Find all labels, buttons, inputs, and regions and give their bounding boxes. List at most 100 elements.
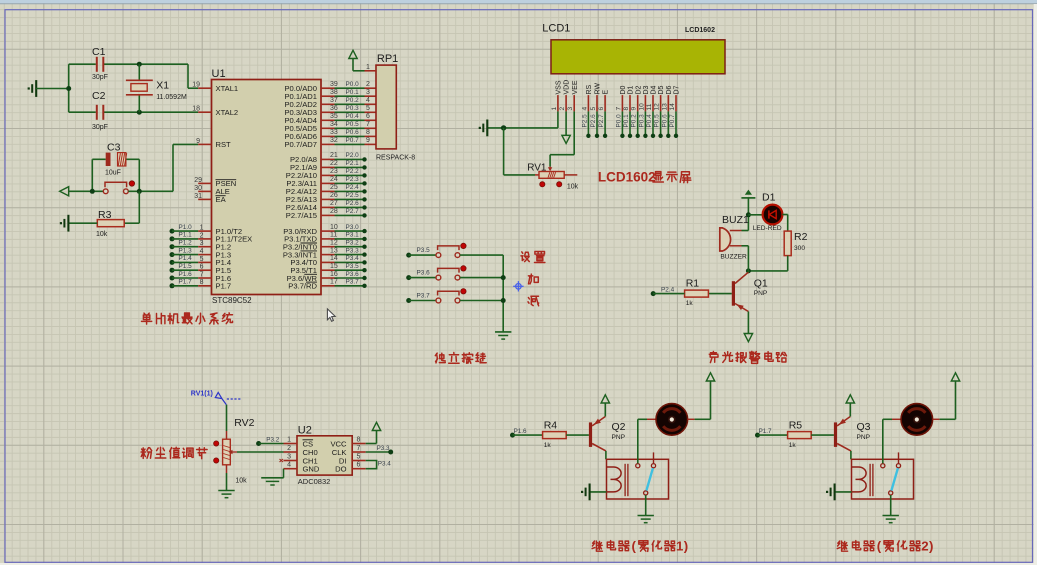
svg-text:P0.0: P0.0: [615, 114, 622, 128]
svg-text:R1: R1: [686, 277, 700, 289]
svg-text:P2.4: P2.4: [661, 287, 675, 294]
svg-text:25: 25: [330, 184, 338, 191]
svg-text:8: 8: [623, 107, 630, 111]
svg-text:2: 2: [559, 107, 566, 111]
svg-text:1: 1: [551, 107, 558, 111]
svg-text:11: 11: [646, 103, 653, 110]
svg-text:P3.7: P3.7: [417, 293, 431, 300]
svg-text:X1: X1: [156, 79, 169, 91]
svg-text:P0.4: P0.4: [646, 114, 653, 128]
svg-text:P0.3: P0.3: [346, 105, 360, 112]
svg-text:5: 5: [590, 107, 597, 111]
svg-text:XTAL2: XTAL2: [216, 108, 239, 117]
svg-text:1: 1: [366, 64, 370, 71]
svg-text:1: 1: [676, 539, 683, 554]
svg-text:8: 8: [200, 279, 204, 286]
svg-text:27: 27: [330, 200, 338, 207]
svg-text:7: 7: [200, 271, 204, 278]
svg-text:2: 2: [200, 232, 204, 239]
svg-text:R3: R3: [98, 209, 112, 221]
svg-text:RV2: RV2: [234, 417, 254, 429]
svg-text:VEE: VEE: [572, 80, 579, 94]
svg-text:P3.7: P3.7: [346, 279, 360, 286]
svg-text:P0.3: P0.3: [638, 114, 645, 128]
svg-text:6: 6: [366, 113, 370, 120]
svg-text:DO: DO: [335, 465, 346, 474]
svg-text:R2: R2: [794, 231, 808, 243]
svg-text:P3.3: P3.3: [377, 445, 390, 452]
svg-text:D6: D6: [666, 85, 673, 94]
svg-text:2: 2: [366, 81, 370, 88]
svg-text:P0.5: P0.5: [346, 121, 360, 128]
svg-text:1k: 1k: [686, 300, 694, 307]
svg-text:9: 9: [631, 107, 638, 111]
svg-text:10: 10: [330, 224, 338, 231]
svg-text:1k: 1k: [789, 442, 797, 449]
svg-text:): ): [929, 539, 933, 554]
svg-text:6: 6: [598, 107, 605, 111]
svg-text:4: 4: [581, 107, 588, 111]
svg-text:E: E: [603, 90, 610, 95]
svg-text:P3.6: P3.6: [417, 270, 431, 277]
svg-text:7: 7: [366, 121, 370, 128]
svg-text:P1.1: P1.1: [179, 232, 193, 239]
svg-text:VDD: VDD: [564, 80, 571, 95]
svg-text:37: 37: [330, 97, 338, 104]
svg-text:ADC0832: ADC0832: [298, 477, 331, 486]
svg-text:RST: RST: [216, 140, 232, 149]
svg-text:P2.6: P2.6: [346, 200, 360, 207]
svg-text:P1.5: P1.5: [179, 263, 193, 270]
svg-text:D1: D1: [762, 192, 776, 204]
svg-text:LCD1602: LCD1602: [598, 169, 656, 184]
svg-text:LCD1602: LCD1602: [685, 27, 715, 34]
svg-text:BUZZER: BUZZER: [720, 254, 747, 261]
svg-text:D3: D3: [643, 85, 650, 94]
svg-text:P1.2: P1.2: [179, 240, 193, 247]
svg-text:P3.5: P3.5: [417, 247, 431, 254]
svg-text:3: 3: [200, 240, 204, 247]
svg-text:XTAL1: XTAL1: [216, 84, 239, 93]
svg-text:R4: R4: [544, 420, 558, 432]
svg-text:28: 28: [330, 208, 338, 215]
svg-text:10k: 10k: [567, 184, 579, 191]
svg-text:R5: R5: [789, 420, 803, 432]
svg-text:34: 34: [330, 121, 338, 128]
svg-text:(: (: [877, 539, 882, 554]
svg-text:P2.7/A15: P2.7/A15: [286, 211, 317, 220]
svg-text:2: 2: [287, 445, 291, 452]
svg-text:C3: C3: [107, 142, 121, 154]
svg-text:RV1(1): RV1(1): [191, 390, 213, 397]
svg-text:P0.7/AD7: P0.7/AD7: [284, 140, 317, 149]
svg-text:P3.1: P3.1: [346, 232, 360, 239]
svg-text:P0.6: P0.6: [661, 114, 668, 128]
svg-text:18: 18: [192, 106, 200, 113]
svg-text:PNP: PNP: [612, 434, 626, 441]
svg-text:D2: D2: [635, 85, 642, 94]
svg-text:7: 7: [357, 445, 361, 452]
svg-text:P3.4: P3.4: [378, 461, 391, 468]
svg-text:): ): [684, 539, 688, 554]
svg-text:(: (: [631, 539, 636, 554]
svg-text:14: 14: [669, 103, 676, 111]
svg-text:U1: U1: [212, 68, 226, 80]
svg-text:P0.7: P0.7: [346, 137, 360, 144]
svg-text:39: 39: [330, 81, 338, 88]
svg-text:16: 16: [330, 271, 338, 278]
svg-text:23: 23: [330, 168, 338, 175]
svg-text:10: 10: [638, 103, 645, 111]
svg-text:3: 3: [287, 454, 291, 461]
svg-text:P1.4: P1.4: [179, 255, 193, 262]
svg-text:36: 36: [330, 105, 338, 112]
svg-text:D1: D1: [628, 85, 635, 94]
svg-text:P3.3: P3.3: [346, 247, 360, 254]
svg-text:P0.2: P0.2: [631, 114, 638, 128]
svg-text:10k: 10k: [235, 478, 247, 485]
svg-text:10uF: 10uF: [105, 170, 121, 177]
svg-text:P3.2: P3.2: [346, 240, 360, 247]
svg-text:19: 19: [192, 82, 200, 89]
svg-text:30pF: 30pF: [92, 74, 108, 81]
svg-text:10k: 10k: [96, 231, 108, 238]
svg-text:13: 13: [330, 247, 338, 254]
svg-text:7: 7: [615, 107, 622, 111]
svg-text:9: 9: [366, 137, 370, 144]
